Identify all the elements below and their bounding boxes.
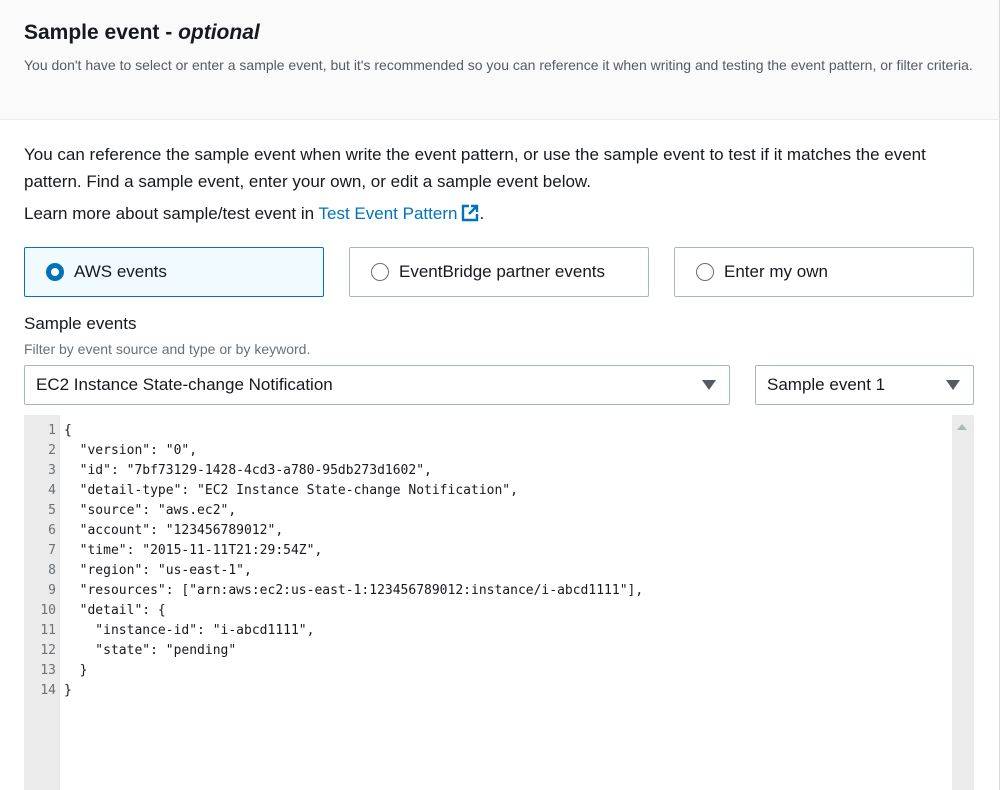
event-type-select-value: EC2 Instance State-change Notification xyxy=(36,375,333,394)
line-number: 4 xyxy=(48,483,56,498)
code-line: 3 "id": "7bf73129-1428-4cd3-a780-95db273… xyxy=(24,461,944,481)
sample-events-label: Sample events xyxy=(24,314,137,333)
radio-unselected-icon[interactable] xyxy=(696,263,714,281)
panel-border xyxy=(999,120,1000,790)
code-line: 6 "account": "123456789012", xyxy=(24,521,944,541)
radio-aws-events[interactable]: AWS events xyxy=(24,247,324,297)
code-line: 7 "time": "2015-11-11T21:29:54Z", xyxy=(24,541,944,561)
line-number: 13 xyxy=(40,663,56,678)
caret-down-icon xyxy=(946,380,960,390)
intro-text: You can reference the sample event when … xyxy=(24,145,926,191)
code-line: 12 "state": "pending" xyxy=(24,641,944,661)
code-text: } xyxy=(64,663,88,678)
code-line: 9 "resources": ["arn:aws:ec2:us-east-1:1… xyxy=(24,581,944,601)
code-line: 11 "instance-id": "i-abcd1111", xyxy=(24,621,944,641)
external-link-icon[interactable] xyxy=(461,204,479,222)
line-number: 9 xyxy=(48,583,56,598)
code-line: 5 "source": "aws.ec2", xyxy=(24,501,944,521)
radio-enter-my-own[interactable]: Enter my own xyxy=(674,247,974,297)
learn-more-text: Learn more about sample/test event in Te… xyxy=(24,200,484,227)
code-text: "detail": { xyxy=(64,603,166,618)
line-number: 3 xyxy=(48,463,56,478)
code-line: 14} xyxy=(24,681,944,701)
line-number: 11 xyxy=(40,623,56,638)
code-line: 2 "version": "0", xyxy=(24,441,944,461)
scroll-up-icon[interactable] xyxy=(957,424,967,430)
code-text: "version": "0", xyxy=(64,443,198,458)
learn-more-suffix: . xyxy=(479,204,485,223)
code-text: "source": "aws.ec2", xyxy=(64,503,237,518)
line-number: 1 xyxy=(48,423,56,438)
radio-eventbridge-partner-events[interactable]: EventBridge partner events xyxy=(349,247,649,297)
radio-enter-my-own-label: Enter my own xyxy=(724,262,828,281)
radio-aws-events-label: AWS events xyxy=(74,262,167,281)
code-line: 4 "detail-type": "EC2 Instance State-cha… xyxy=(24,481,944,501)
code-text: "region": "us-east-1", xyxy=(64,563,252,578)
optional-label: optional xyxy=(178,21,260,44)
radio-selected-icon[interactable] xyxy=(46,263,64,281)
code-line: 8 "region": "us-east-1", xyxy=(24,561,944,581)
sample-events-description: Filter by event source and type or by ke… xyxy=(24,341,311,357)
code-text: { xyxy=(64,423,72,438)
code-text: "time": "2015-11-11T21:29:54Z", xyxy=(64,543,323,558)
radio-unselected-icon[interactable] xyxy=(371,263,389,281)
code-text: "instance-id": "i-abcd1111", xyxy=(64,623,315,638)
line-number: 5 xyxy=(48,503,56,518)
section-header: Sample event - optional You don't have t… xyxy=(0,0,1000,120)
learn-more-prefix: Learn more about sample/test event in xyxy=(24,204,319,223)
code-line: 1{ xyxy=(24,421,944,441)
section-description: You don't have to select or enter a samp… xyxy=(24,57,973,73)
code-text: "account": "123456789012", xyxy=(64,523,284,538)
line-number: 14 xyxy=(40,683,56,698)
line-number: 2 xyxy=(48,443,56,458)
sample-event-select[interactable]: Sample event 1 xyxy=(755,365,974,405)
code-text: "detail-type": "EC2 Instance State-chang… xyxy=(64,483,518,498)
line-number: 7 xyxy=(48,543,56,558)
line-number: 12 xyxy=(40,643,56,658)
test-event-pattern-link[interactable]: Test Event Pattern xyxy=(319,204,458,223)
code-text: } xyxy=(64,683,72,698)
sample-event-editor[interactable]: 1{2 "version": "0", 3 "id": "7bf73129-142… xyxy=(24,415,974,790)
code-line: 10 "detail": { xyxy=(24,601,944,621)
event-type-select[interactable]: EC2 Instance State-change Notification xyxy=(24,365,730,405)
line-number: 10 xyxy=(40,603,56,618)
code-text: "id": "7bf73129-1428-4cd3-a780-95db273d1… xyxy=(64,463,432,478)
code-text: "resources": ["arn:aws:ec2:us-east-1:123… xyxy=(64,583,644,598)
section-title: Sample event - optional xyxy=(24,21,260,44)
code-line: 13 } xyxy=(24,661,944,681)
sample-event-select-value: Sample event 1 xyxy=(767,375,886,394)
line-number: 8 xyxy=(48,563,56,578)
line-number: 6 xyxy=(48,523,56,538)
caret-down-icon xyxy=(702,380,716,390)
code-text: "state": "pending" xyxy=(64,643,237,658)
radio-partner-events-label: EventBridge partner events xyxy=(399,262,606,281)
editor-scrollbar[interactable] xyxy=(952,415,974,790)
